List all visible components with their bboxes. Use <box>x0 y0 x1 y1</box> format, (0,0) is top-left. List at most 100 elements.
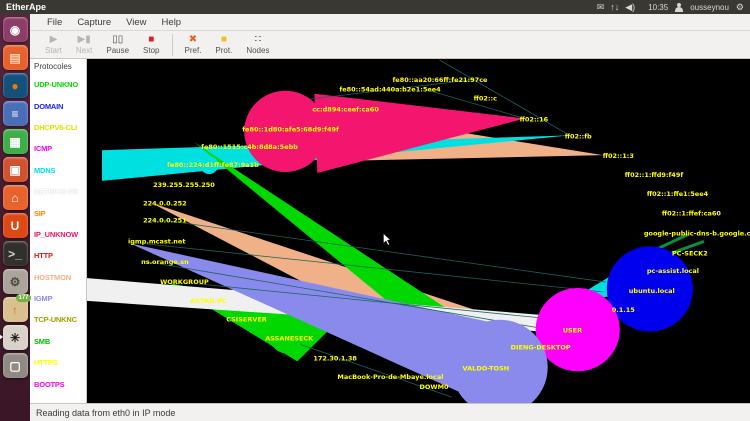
toolbar-separator <box>172 34 173 56</box>
node-label-13: 224.0.0.252 <box>143 200 187 208</box>
pause-icon: ▯▯ <box>112 34 123 46</box>
libreoffice-writer-icon[interactable]: ≡ <box>3 101 28 126</box>
prot-icon: ■ <box>221 34 227 46</box>
node-label-2: ff02::c <box>474 95 498 103</box>
libreoffice-writer-icon-glyph: ≡ <box>11 108 18 120</box>
protocol-list: UDP-UNKNODOMAINDHCPV6-CLIICMPMDNSNETBIOS… <box>34 74 86 403</box>
node-label-9: fe80::224:d1ff:fe87:9a1b <box>167 161 259 169</box>
app-title: EtherApe <box>6 2 46 12</box>
stop-button[interactable]: ■Stop <box>136 34 166 55</box>
node-label-11: 239.255.255.250 <box>153 181 215 189</box>
node-label-4: ff02::16 <box>520 115 549 123</box>
node-label-0: fe80::aa20:66ff:fe21:97ce <box>392 76 488 84</box>
node-label-31: MacBook-Pro-de-Mbaye.local <box>337 373 443 381</box>
volume-icon[interactable]: ◀) <box>625 2 635 12</box>
files-icon[interactable]: ▤ <box>3 45 28 70</box>
session-gear-icon[interactable]: ⚙ <box>736 2 744 12</box>
start-button: ▶Start <box>38 34 69 55</box>
protocol-smb: SMB <box>34 331 86 352</box>
menu-view[interactable]: View <box>126 17 146 28</box>
libreoffice-calc-icon[interactable]: ▦ <box>3 129 28 154</box>
system-top-bar: EtherApe ✉ ↑↓ ◀) 10:35 ousseynou ⚙ <box>0 0 750 14</box>
status-text: Reading data from eth0 in IP mode <box>36 408 175 418</box>
node-label-17: igmp.mcast.net <box>128 237 185 245</box>
dash-home-icon[interactable]: ◉ <box>3 17 28 42</box>
user-icon <box>675 3 683 12</box>
pause-button[interactable]: ▯▯Pause <box>99 34 136 55</box>
node-label-3: cc:d894:ceef:ca60 <box>312 106 379 114</box>
protocol-mdns: MDNS <box>34 160 86 181</box>
ubuntu-one-icon-glyph: U <box>11 220 20 232</box>
firefox-icon[interactable]: ● <box>3 73 28 98</box>
firefox-icon-glyph: ● <box>11 80 18 92</box>
files-icon-glyph: ▤ <box>9 52 20 64</box>
nodes-button[interactable]: ∷Nodes <box>239 34 276 55</box>
protocol-icpmpv6: ICPMPV6 <box>34 395 86 403</box>
stop-icon: ■ <box>148 34 154 46</box>
mouse-cursor <box>383 233 390 245</box>
etherape-window: FileCaptureViewHelp ▶Start▶▮Next▯▯Pause■… <box>30 14 750 421</box>
status-bar: Reading data from eth0 in IP mode <box>30 403 750 421</box>
clock[interactable]: 10:35 <box>648 3 668 12</box>
software-updater-icon[interactable]: ↑177 <box>3 297 28 322</box>
toolbar-label: Next <box>76 46 92 55</box>
node-label-14: ff02::1:ffef:ca60 <box>662 210 722 218</box>
workspace-icon[interactable]: ▢ <box>3 353 28 378</box>
node-label-23: ASTRD-PC <box>190 297 227 305</box>
node-label-24: 0.1.15 <box>612 306 636 314</box>
network-updown-icon[interactable]: ↑↓ <box>610 2 619 12</box>
software-updater-icon-glyph: ↑ <box>12 304 18 316</box>
network-graph[interactable]: fe80::aa20:66ff:fe21:97cefe80::54ad:440a… <box>87 59 750 403</box>
pref-icon: ✖ <box>189 34 197 46</box>
node-label-26: USER <box>563 327 582 335</box>
dash-home-icon-glyph: ◉ <box>10 24 20 36</box>
node-label-28: DIENG-DESKTOP <box>511 343 571 351</box>
pref-button[interactable]: ✖Pref. <box>178 34 209 55</box>
window-content: Protocoles UDP-UNKNODOMAINDHCPV6-CLIICMP… <box>30 59 750 403</box>
node-label-22: ubuntu.local <box>629 287 675 295</box>
node-label-15: 224.0.0.251 <box>143 217 187 225</box>
protocol-ip_unknow: IP_UNKNOW <box>34 224 86 245</box>
software-center-icon-glyph: ⌂ <box>11 192 18 204</box>
libreoffice-impress-icon-glyph: ▣ <box>9 164 20 176</box>
system-settings-icon[interactable]: ⚙ <box>3 269 28 294</box>
protocol-http: HTTP <box>34 245 86 266</box>
protocol-udp-unkno: UDP-UNKNO <box>34 74 86 95</box>
menu-help[interactable]: Help <box>162 17 182 28</box>
username[interactable]: ousseynou <box>690 3 729 12</box>
protocol-hostmon: HOSTMON <box>34 267 86 288</box>
protocol-panel: Protocoles UDP-UNKNODOMAINDHCPV6-CLIICMP… <box>30 59 87 403</box>
network-canvas[interactable]: fe80::aa20:66ff:fe21:97cefe80::54ad:440a… <box>87 59 750 403</box>
toolbar-label: Prot. <box>215 46 232 55</box>
menu-bar: File Capture View Help <box>30 14 750 31</box>
running-indicator <box>0 334 3 340</box>
node-label-19: ns.orange.sn <box>141 258 189 266</box>
toolbar-label: Stop <box>143 46 159 55</box>
next-icon: ▶▮ <box>78 34 91 46</box>
workspace-icon-glyph: ▢ <box>9 360 20 372</box>
next-button: ▶▮Next <box>69 34 99 55</box>
node-label-32: DOWM0 <box>420 383 450 391</box>
menu-file[interactable]: File <box>47 17 62 28</box>
protocol-dhcpv6-cli: DHCPV6-CLI <box>34 117 86 138</box>
terminal-icon[interactable]: >_ <box>3 241 28 266</box>
software-center-icon[interactable]: ⌂ <box>3 185 28 210</box>
etherape-icon[interactable]: ✳ <box>3 325 28 350</box>
node-label-5: fe80::1d80:afe5:68d9:f49f <box>242 125 339 133</box>
node-label-25: CSISERVER <box>226 316 267 324</box>
node-label-8: ff02::1:3 <box>603 152 634 160</box>
mail-icon[interactable]: ✉ <box>597 2 605 12</box>
menu-capture[interactable]: Capture <box>77 17 111 28</box>
tray-icons: ✉ ↑↓ ◀) <box>597 2 641 12</box>
node-label-21: WORKGROUP <box>160 278 209 286</box>
prot-button[interactable]: ■Prot. <box>208 34 239 55</box>
system-tray: ✉ ↑↓ ◀) 10:35 ousseynou ⚙ <box>597 2 744 12</box>
node-label-18: PC-SECK2 <box>672 249 708 257</box>
protocol-tcp-unknc: TCP-UNKNC <box>34 309 86 330</box>
protocol-igmp: IGMP <box>34 288 86 309</box>
node-label-12: ff02::1:ffe1:5ee4 <box>647 190 709 198</box>
etherape-icon-glyph: ✳ <box>10 332 20 344</box>
libreoffice-impress-icon[interactable]: ▣ <box>3 157 28 182</box>
toolbar-label: Pause <box>106 46 129 55</box>
ubuntu-one-icon[interactable]: U <box>3 213 28 238</box>
